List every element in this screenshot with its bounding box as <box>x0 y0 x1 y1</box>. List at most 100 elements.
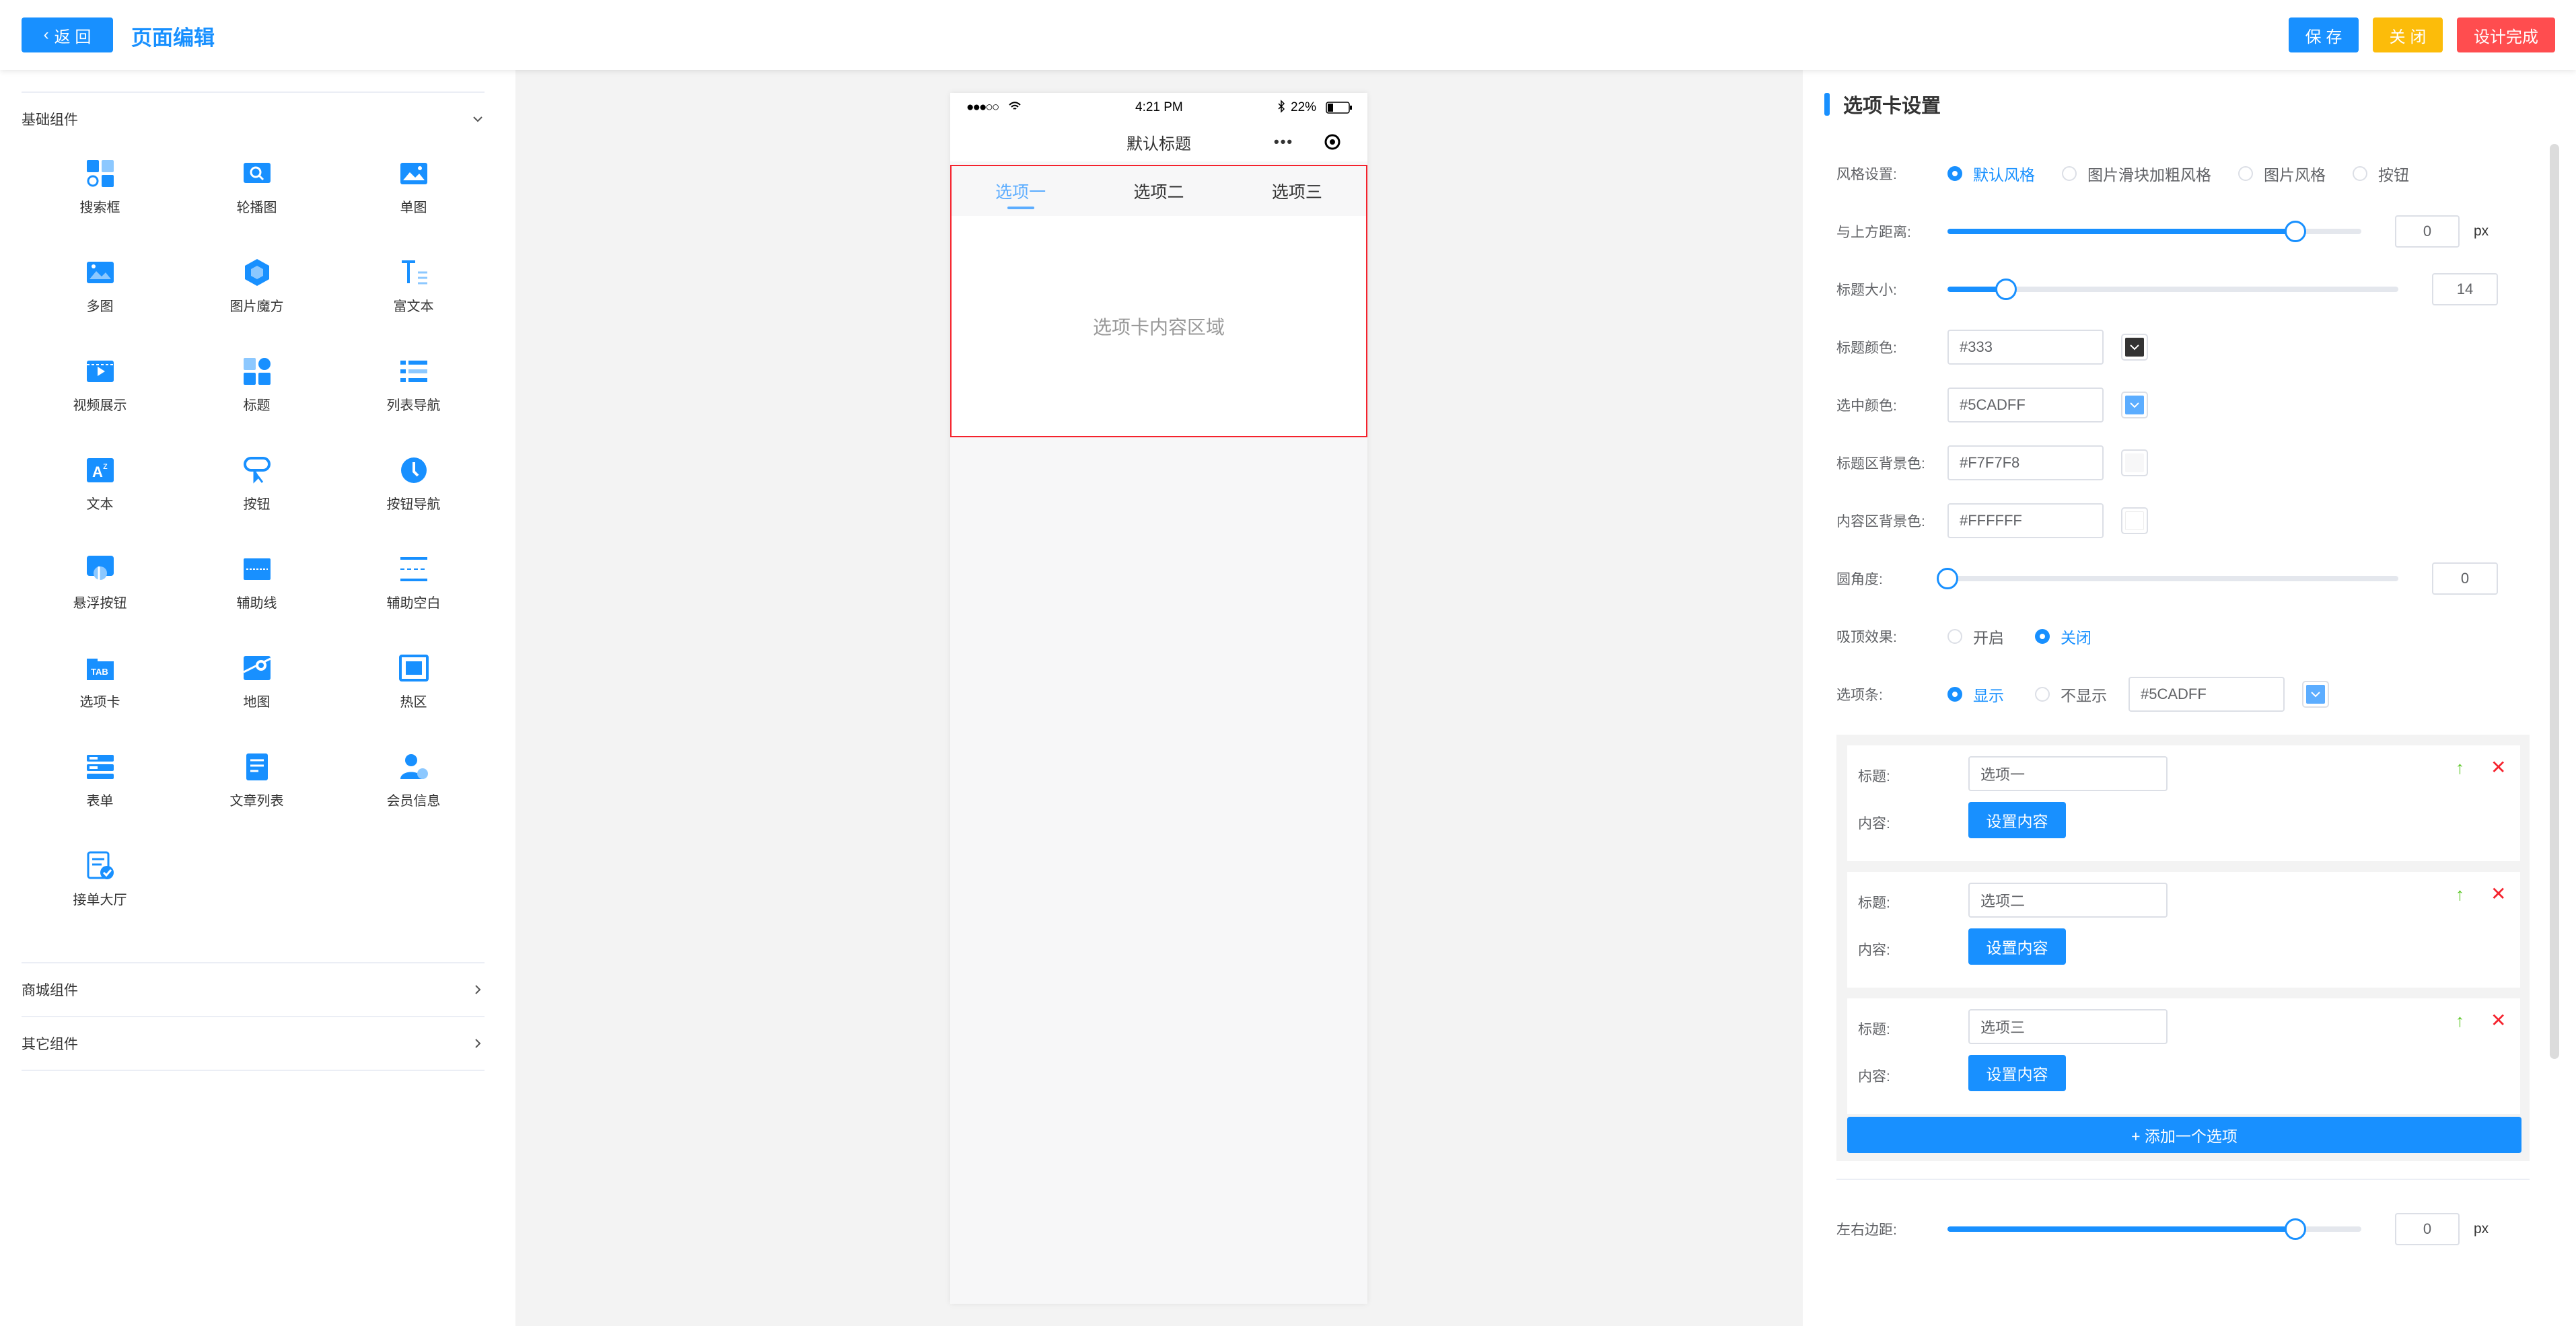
component-multi-image[interactable]: 多图 <box>22 236 178 335</box>
component-list-nav[interactable]: 列表导航 <box>335 335 492 434</box>
title-color-input[interactable]: #333 <box>1947 330 2104 365</box>
arrow-up-icon[interactable]: ↑ <box>2456 1010 2464 1031</box>
component-label: 标题 <box>243 398 271 413</box>
component-button-nav[interactable]: 按钮导航 <box>335 434 492 533</box>
component-carousel[interactable]: 轮播图 <box>178 137 335 236</box>
close-icon[interactable]: ✕ <box>2491 1009 2506 1031</box>
style-slider-bold-radio[interactable]: 图片滑块加粗风格 <box>2062 162 2211 185</box>
set-content-button[interactable]: 设置内容 <box>1968 802 2066 838</box>
component-text[interactable]: Az 文本 <box>22 434 178 533</box>
title-size-slider[interactable] <box>1947 279 2398 300</box>
tab-bg-picker[interactable] <box>2121 449 2148 476</box>
tab-component-preview[interactable]: 选项一 选项二 选项三 选项卡内容区域 <box>950 165 1367 437</box>
arrow-up-icon[interactable]: ↑ <box>2456 884 2464 905</box>
component-label: 单图 <box>400 200 427 215</box>
chevron-left-icon: ‹ <box>43 26 49 44</box>
arrow-up-icon[interactable]: ↑ <box>2456 758 2464 778</box>
back-button[interactable]: ‹ 返 回 <box>22 17 113 52</box>
item-title-input[interactable]: 选项三 <box>1968 1009 2168 1044</box>
bar-hide-radio[interactable]: 不显示 <box>2035 683 2107 706</box>
single-image-icon <box>400 163 427 184</box>
chevron-down-icon <box>2311 692 2320 698</box>
side-margin-slider[interactable] <box>1947 1218 2361 1240</box>
tab-bar: 选项一 选项二 选项三 <box>952 166 1366 216</box>
bar-show-radio[interactable]: 显示 <box>1947 683 2004 706</box>
content-bg-picker[interactable] <box>2121 507 2148 534</box>
component-button[interactable]: 按钮 <box>178 434 335 533</box>
style-button-radio[interactable]: 按钮 <box>2353 162 2409 185</box>
save-button[interactable]: 保 存 <box>2289 17 2359 52</box>
content-bg-row: 内容区背景色: #FFFFFF <box>1836 501 2536 541</box>
side-margin-input[interactable]: 0 <box>2395 1213 2460 1245</box>
component-member[interactable]: 会员信息 <box>335 731 492 830</box>
item-title-input[interactable]: 选项一 <box>1968 756 2168 791</box>
style-image-radio[interactable]: 图片风格 <box>2238 162 2326 185</box>
component-video[interactable]: 视频展示 <box>22 335 178 434</box>
item-title-input[interactable]: 选项二 <box>1968 883 2168 918</box>
component-label: 视频展示 <box>73 398 127 413</box>
multi-image-icon <box>86 262 114 283</box>
chevron-down-icon <box>473 116 482 122</box>
component-single-image[interactable]: 单图 <box>335 137 492 236</box>
add-option-button[interactable]: + 添加一个选项 <box>1847 1117 2521 1153</box>
selected-color-picker[interactable] <box>2121 392 2148 418</box>
tab-3[interactable]: 选项三 <box>1228 166 1366 216</box>
tab-bg-row: 标题区背景色: #F7F7F8 <box>1836 443 2536 483</box>
selected-color-input[interactable]: #5CADFF <box>1947 388 2104 422</box>
component-title[interactable]: 标题 <box>178 335 335 434</box>
capsule-menu[interactable]: ••• <box>1258 130 1352 154</box>
tab-bar-row: 选项条: 显示 不显示 #5CADFF <box>1836 674 2536 714</box>
item-title-label: 标题: <box>1858 769 1890 784</box>
component-hotspot[interactable]: 热区 <box>335 632 492 731</box>
bar-color-picker[interactable] <box>2302 681 2329 708</box>
rich-text-icon <box>401 260 427 285</box>
settings-title: 选项卡设置 <box>1824 93 1941 117</box>
component-rich-text[interactable]: 富文本 <box>335 236 492 335</box>
set-content-button[interactable]: 设置内容 <box>1968 1055 2066 1091</box>
component-label: 地图 <box>243 695 271 710</box>
radius-slider[interactable] <box>1937 568 2398 589</box>
content-bg-input[interactable]: #FFFFFF <box>1947 503 2104 538</box>
sticky-off-radio[interactable]: 关闭 <box>2035 625 2091 648</box>
mall-components-header[interactable]: 商城组件 <box>22 963 485 1016</box>
bar-color-input[interactable]: #5CADFF <box>2128 677 2285 712</box>
component-guide-line[interactable]: 辅助线 <box>178 533 335 632</box>
close-button[interactable]: 关 闭 <box>2373 17 2443 52</box>
component-search-box[interactable]: 搜索框 <box>22 137 178 236</box>
sticky-on-radio[interactable]: 开启 <box>1947 625 2004 648</box>
battery-percent: 22% <box>1291 100 1317 114</box>
component-order-hall[interactable]: 接单大厅 <box>22 830 178 928</box>
top-distance-slider[interactable] <box>1947 221 2361 242</box>
section-title: 基础组件 <box>22 112 78 128</box>
component-form[interactable]: 表单 <box>22 731 178 830</box>
component-tab[interactable]: TAB 选项卡 <box>22 632 178 731</box>
tab-2[interactable]: 选项二 <box>1089 166 1227 216</box>
set-content-button[interactable]: 设置内容 <box>1968 928 2066 965</box>
component-float-button[interactable]: 悬浮按钮 <box>22 533 178 632</box>
component-article-list[interactable]: 文章列表 <box>178 731 335 830</box>
signal-icon: ●●●○○ <box>966 100 999 114</box>
top-distance-input[interactable]: 0 <box>2395 215 2460 248</box>
component-label: 富文本 <box>393 299 434 314</box>
title-color-picker[interactable] <box>2121 334 2148 361</box>
wifi-icon <box>1009 102 1021 110</box>
close-icon[interactable]: ✕ <box>2491 883 2506 905</box>
component-image-cube[interactable]: 图片魔方 <box>178 236 335 335</box>
settings-scrollbar[interactable] <box>2550 144 2559 1059</box>
other-components-header[interactable]: 其它组件 <box>22 1017 485 1070</box>
side-margin-label: 左右边距: <box>1836 1222 1897 1238</box>
component-guide-blank[interactable]: 辅助空白 <box>335 533 492 632</box>
divider <box>22 1070 485 1071</box>
tab-1[interactable]: 选项一 <box>952 166 1089 216</box>
bluetooth-icon <box>1278 100 1285 113</box>
style-default-radio[interactable]: 默认风格 <box>1947 162 2035 185</box>
tab-bg-input[interactable]: #F7F7F8 <box>1947 445 2104 480</box>
title-size-input[interactable]: 14 <box>2432 273 2498 305</box>
more-dots-icon: ••• <box>1274 133 1294 150</box>
close-icon[interactable]: ✕ <box>2491 756 2506 778</box>
finish-design-button[interactable]: 设计完成 <box>2457 17 2555 52</box>
radius-input[interactable]: 0 <box>2432 562 2498 595</box>
image-cube-icon <box>244 259 269 286</box>
component-map[interactable]: 地图 <box>178 632 335 731</box>
component-sidebar: 基础组件 搜索框 轮播图 单图 多图 图片魔方 富文本 视频展示 标题 列表导航… <box>0 70 515 1326</box>
